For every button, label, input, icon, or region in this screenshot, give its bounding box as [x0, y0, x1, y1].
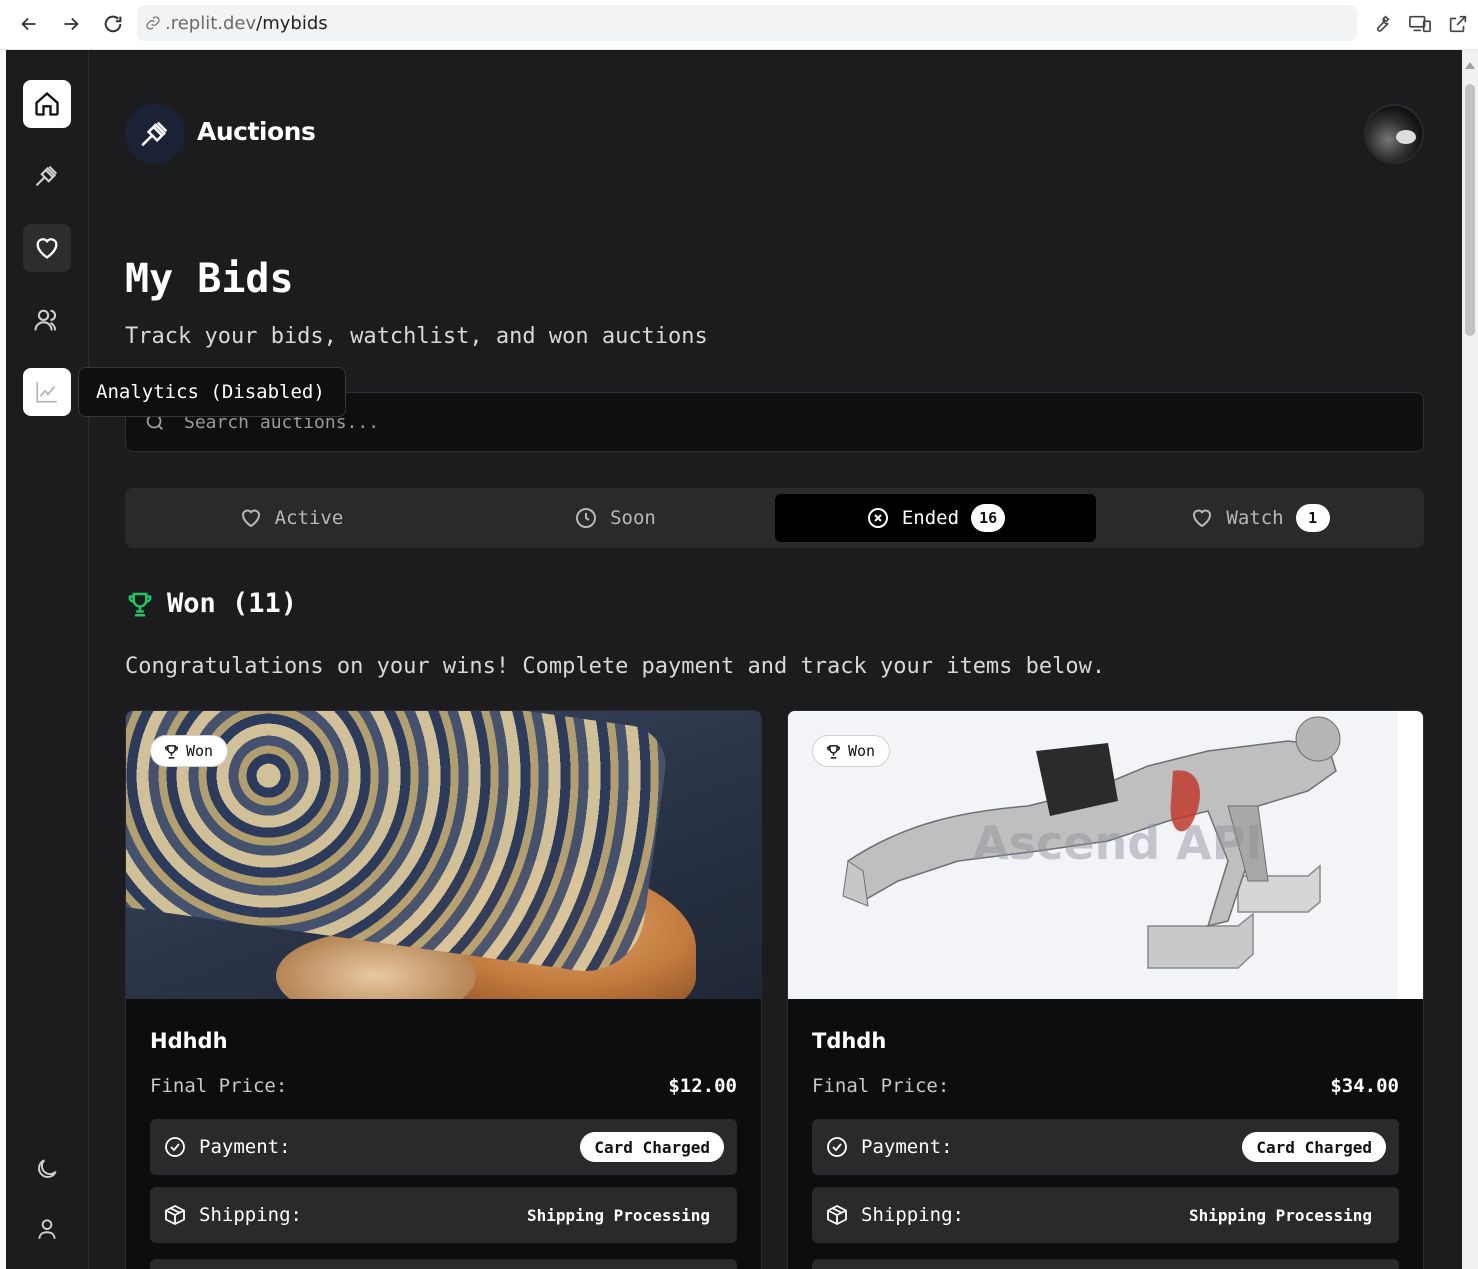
moon-icon: [38, 1159, 57, 1178]
tab-label: Ended: [901, 507, 960, 529]
won-item-card[interactable]: Ascend API Won Tdhdh Final Price: $34.00…: [787, 710, 1424, 1269]
won-description: Congratulations on your wins! Complete p…: [125, 654, 1106, 679]
won-badge: Won: [150, 735, 229, 767]
won-item-card[interactable]: Won Hdhdh Final Price: $12.00 Payment: C…: [125, 710, 762, 1269]
won-badge: Won: [812, 735, 891, 767]
link-icon: [145, 15, 161, 31]
tab-active[interactable]: Active: [131, 494, 451, 542]
item-title: Tdhdh: [812, 1029, 887, 1053]
page-subtitle: Track your bids, watchlist, and won auct…: [125, 324, 708, 349]
shipping-status-value: Shipping Processing: [1188, 1205, 1372, 1225]
payment-status-badge: Card Charged: [1242, 1132, 1386, 1162]
final-price-value: $34.00: [1330, 1075, 1399, 1097]
gavel-icon: [141, 121, 168, 147]
final-price-row: Final Price: $12.00: [150, 1075, 737, 1097]
open-new-window-button[interactable]: [1443, 9, 1473, 39]
brand-name[interactable]: Auctions: [197, 117, 316, 146]
tab-count-badge: 16: [971, 504, 1006, 532]
heart-icon: [36, 238, 58, 259]
scroll-up-arrow-icon[interactable]: [1465, 62, 1475, 69]
won-section-heading: Won (11): [125, 588, 297, 619]
user-icon: [38, 1219, 56, 1239]
sidebar-item-analytics[interactable]: [23, 368, 71, 416]
avatar[interactable]: [1364, 104, 1424, 164]
shipping-label: Shipping:: [861, 1204, 964, 1226]
tab-label: Watch: [1226, 507, 1284, 529]
external-link-icon: [1449, 15, 1467, 33]
card-action-row[interactable]: [150, 1259, 737, 1269]
app-root: Analytics (Disabled) Auctions My Bids Tr…: [6, 50, 1462, 1269]
won-heading-text: Won (11): [167, 588, 298, 619]
theme-toggle-button[interactable]: [23, 1145, 71, 1193]
sidebar-item-users[interactable]: [23, 296, 71, 344]
forward-button[interactable]: [55, 8, 87, 40]
payment-label: Payment:: [199, 1136, 291, 1158]
profile-button[interactable]: [23, 1205, 71, 1253]
tab-watch[interactable]: Watch 1: [1100, 494, 1420, 542]
won-badge-label: Won: [848, 742, 876, 760]
card-action-row[interactable]: [812, 1259, 1399, 1269]
sidebar-item-my-bids[interactable]: [23, 224, 71, 272]
heart-icon: [241, 509, 260, 528]
gavel-icon: [35, 165, 58, 187]
scrollbar[interactable]: [1462, 50, 1478, 1269]
page-title: My Bids: [125, 256, 294, 302]
shipping-status-value: Shipping Processing: [526, 1205, 710, 1225]
reload-button[interactable]: [97, 8, 129, 40]
package-icon: [825, 1203, 849, 1227]
check-circle-icon: [163, 1135, 187, 1159]
shipping-label: Shipping:: [199, 1204, 302, 1226]
tab-label: Soon: [610, 507, 656, 529]
trophy-icon: [125, 589, 155, 619]
trophy-icon: [827, 744, 840, 759]
final-price-value: $12.00: [668, 1075, 737, 1097]
payment-status-badge: Card Charged: [580, 1132, 724, 1162]
address-bar[interactable]: .replit.dev/mybids: [137, 5, 1357, 41]
chart-icon: [36, 382, 57, 403]
payment-status-row: Payment: Card Charged: [150, 1119, 737, 1175]
trophy-icon: [165, 744, 178, 759]
back-arrow-icon: [21, 17, 36, 31]
check-circle-icon: [825, 1135, 849, 1159]
brand-logo[interactable]: [125, 104, 185, 164]
package-icon: [163, 1203, 187, 1227]
forward-arrow-icon: [64, 17, 79, 31]
tab-soon[interactable]: Soon: [455, 494, 775, 542]
clock-icon: [576, 508, 597, 528]
payment-label: Payment:: [861, 1136, 953, 1158]
sidebar-item-auctions[interactable]: [23, 152, 71, 200]
heart-icon: [1193, 509, 1212, 528]
sidebar: [6, 50, 89, 1269]
devices-button[interactable]: [1405, 9, 1435, 39]
x-circle-icon: [867, 508, 888, 528]
tab-count-badge: 1: [1295, 504, 1330, 532]
tab-label: Active: [274, 507, 344, 529]
devtools-button[interactable]: [1366, 9, 1396, 39]
url-path: /mybids: [256, 12, 328, 34]
bid-tabs: Active Soon Ended 16 Watch 1: [125, 488, 1424, 548]
url-host: .replit.dev: [165, 12, 257, 34]
final-price-label: Final Price:: [150, 1075, 288, 1097]
shipping-status-row: Shipping: Shipping Processing: [812, 1187, 1399, 1243]
home-icon: [35, 91, 59, 116]
back-button[interactable]: [13, 8, 45, 40]
image-watermark: Ascend API: [973, 816, 1263, 870]
tab-ended[interactable]: Ended 16: [775, 494, 1096, 542]
won-badge-label: Won: [186, 742, 214, 760]
browser-toolbar: .replit.dev/mybids: [0, 0, 1478, 50]
tooltip-analytics: Analytics (Disabled): [78, 367, 346, 417]
payment-status-row: Payment: Card Charged: [812, 1119, 1399, 1175]
reload-icon: [104, 15, 122, 33]
wrench-icon: [1376, 15, 1390, 32]
sidebar-item-home[interactable]: [23, 80, 71, 128]
users-icon: [34, 309, 57, 331]
final-price-row: Final Price: $34.00: [812, 1075, 1399, 1097]
shipping-status-row: Shipping: Shipping Processing: [150, 1187, 737, 1243]
scrollbar-thumb[interactable]: [1465, 84, 1475, 336]
item-title: Hdhdh: [150, 1029, 228, 1053]
devices-icon: [1409, 15, 1431, 33]
final-price-label: Final Price:: [812, 1075, 950, 1097]
